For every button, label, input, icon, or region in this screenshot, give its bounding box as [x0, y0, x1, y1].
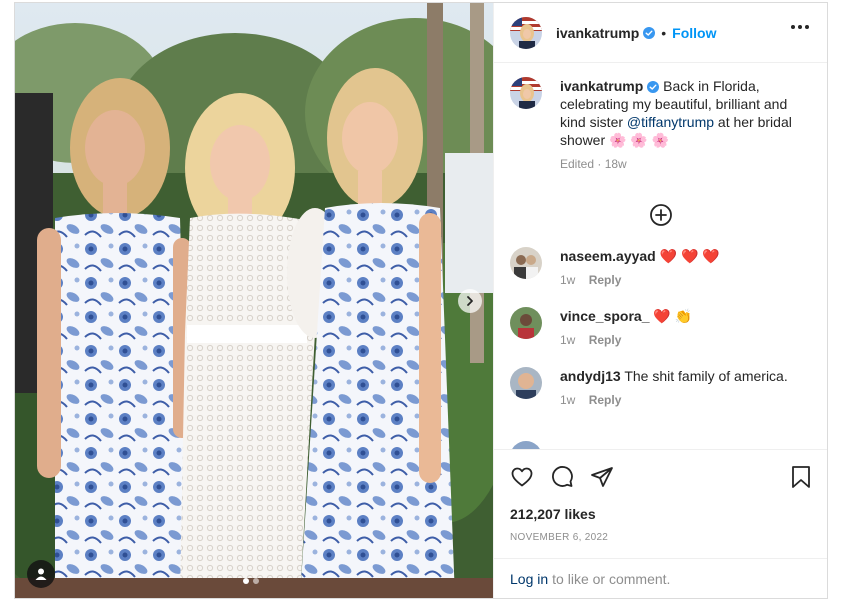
- comment-time: 1w: [560, 333, 576, 347]
- reply-button[interactable]: Reply: [589, 273, 622, 287]
- comment-item: vince_spora_ ❤️ 👏 1w Reply: [510, 307, 811, 349]
- avatar-image: [510, 367, 542, 399]
- avatar-image: [510, 16, 542, 49]
- reply-button[interactable]: Reply: [589, 333, 622, 347]
- comment-body: andydj13 The shit family of america. 1w …: [560, 367, 788, 409]
- comment-avatar[interactable]: [510, 307, 542, 339]
- comment-time: 1w: [560, 393, 576, 407]
- comment-text: The shit family of america.: [624, 368, 788, 384]
- post-side-panel: ivankatrump • Follow ivankatrump Back in…: [493, 3, 827, 598]
- caption-emoji: 🌸 🌸 🌸: [609, 132, 670, 148]
- next-arrow-icon: [467, 296, 473, 306]
- comment-username[interactable]: andydj13: [560, 368, 621, 384]
- more-options-button[interactable]: [791, 25, 809, 29]
- caption-meta: Edited · 18w: [560, 157, 627, 171]
- login-prompt-text: to like or comment.: [552, 570, 671, 587]
- caption-author-avatar[interactable]: [510, 77, 542, 109]
- comment-icon: [552, 466, 573, 487]
- next-slide-button[interactable]: [458, 289, 482, 313]
- post-date: NOVEMBER 6, 2022: [510, 532, 609, 543]
- comment-line: naseem.ayyad ❤️ ❤️ ❤️: [560, 247, 720, 265]
- comment-meta: 1w Reply: [560, 331, 692, 349]
- likes-count[interactable]: 212,207 likes: [494, 504, 827, 526]
- comment-meta: 1w Reply: [560, 271, 720, 289]
- more-options-dot: [798, 25, 802, 29]
- verified-badge-icon: [647, 81, 660, 93]
- comment-avatar[interactable]: [510, 367, 542, 399]
- avatar-image: [510, 77, 542, 109]
- author-username[interactable]: ivankatrump: [556, 25, 639, 41]
- more-options-icon: [791, 25, 795, 29]
- post-photo[interactable]: [15, 3, 493, 598]
- like-button[interactable]: [510, 465, 534, 489]
- carousel-dot: [253, 578, 259, 584]
- post-header: ivankatrump • Follow: [494, 3, 827, 63]
- comment-line: andydj13 The shit family of america.: [560, 367, 788, 385]
- comment-emoji: ❤️ ❤️ ❤️: [659, 248, 720, 264]
- login-prompt: Log in to like or comment.: [494, 558, 827, 598]
- post-dialog: ivankatrump • Follow ivankatrump Back in…: [14, 2, 828, 599]
- reply-button[interactable]: Reply: [589, 393, 622, 407]
- author-avatar[interactable]: [510, 16, 542, 49]
- comment-meta: 1w Reply: [560, 391, 788, 409]
- load-more-comments-icon: [649, 204, 672, 226]
- post-caption: ivankatrump Back in Florida, celebrating…: [510, 77, 811, 173]
- comment-username[interactable]: vince_spora_: [560, 308, 650, 324]
- avatar-image: [510, 247, 542, 279]
- avatar-image: [510, 307, 542, 339]
- comment-emoji: ❤️ 👏: [653, 308, 693, 324]
- carousel-dot-active: [243, 578, 249, 584]
- comments-section[interactable]: ivankatrump Back in Florida, celebrating…: [494, 63, 827, 449]
- share-icon: [591, 467, 613, 487]
- comment-button[interactable]: [550, 465, 574, 489]
- tagged-user-icon: [35, 568, 47, 580]
- caption-text: ivankatrump Back in Florida, celebrating…: [560, 77, 810, 149]
- comment-username[interactable]: naseem.ayyad: [560, 248, 656, 264]
- comment-item: naseem.ayyad ❤️ ❤️ ❤️ 1w Reply: [510, 247, 811, 289]
- heart-icon: [511, 467, 533, 487]
- verified-badge-icon: [643, 26, 656, 39]
- login-link[interactable]: Log in: [510, 571, 548, 587]
- comment-body: naseem.ayyad ❤️ ❤️ ❤️ 1w Reply: [560, 247, 720, 289]
- header-separator: •: [661, 24, 667, 41]
- comment-avatar[interactable]: [510, 247, 542, 279]
- comment-avatar-partial: [510, 441, 542, 449]
- carousel-indicator: [243, 578, 259, 584]
- share-button[interactable]: [590, 465, 614, 489]
- tagged-users-button[interactable]: [27, 560, 55, 588]
- post-actions: [494, 449, 827, 504]
- comment-time: 1w: [560, 273, 576, 287]
- caption-username[interactable]: ivankatrump: [560, 78, 643, 94]
- comment-body: vince_spora_ ❤️ 👏 1w Reply: [560, 307, 692, 349]
- follow-button[interactable]: Follow: [672, 25, 716, 41]
- more-options-dot: [805, 25, 809, 29]
- caption-body: ivankatrump Back in Florida, celebrating…: [560, 77, 810, 173]
- comment-line: vince_spora_ ❤️ 👏: [560, 307, 692, 325]
- comment-item: andydj13 The shit family of america. 1w …: [510, 367, 811, 409]
- save-icon: [792, 466, 810, 488]
- load-more-comments-button[interactable]: [510, 203, 811, 227]
- save-button[interactable]: [791, 465, 811, 494]
- photo-scene: [15, 3, 493, 598]
- caption-mention[interactable]: @tiffanytrump: [627, 114, 714, 130]
